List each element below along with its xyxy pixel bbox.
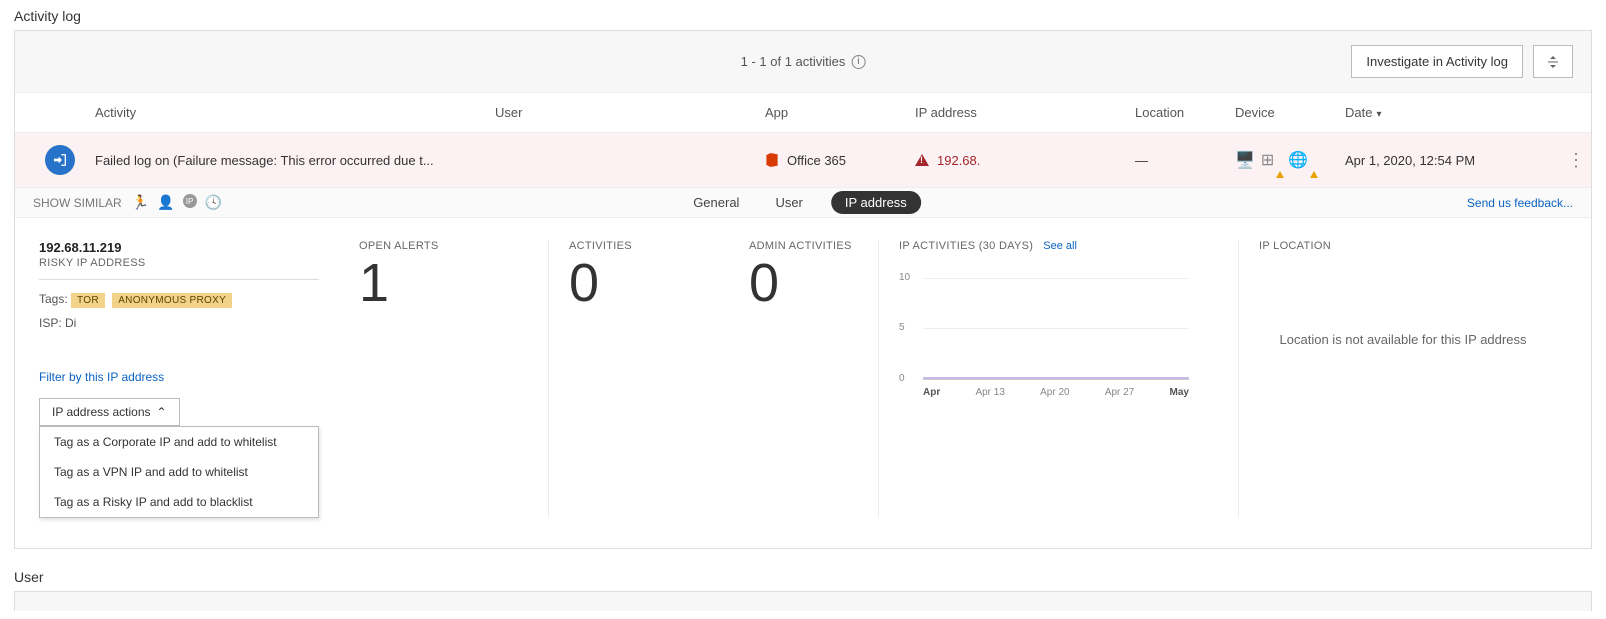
row-activity-text: Failed log on (Failure message: This err… (85, 153, 485, 168)
row-app-name: Office 365 (787, 153, 846, 168)
chart-title: IP ACTIVITIES (30 DAYS) (899, 240, 1033, 252)
y-tick-0: 0 (899, 373, 905, 384)
activities-value: 0 (569, 256, 709, 310)
col-device[interactable]: Device (1225, 105, 1335, 120)
office365-icon (765, 153, 779, 167)
risky-label: RISKY IP ADDRESS (39, 257, 319, 269)
ip-location-column: IP LOCATION Location is not available fo… (1239, 240, 1567, 518)
col-ip[interactable]: IP address (905, 105, 1125, 120)
section-title-user: User (14, 569, 1592, 585)
tags-label: Tags: (39, 292, 68, 306)
warning-icon (915, 154, 929, 166)
similar-user-icon[interactable]: 👤 (157, 194, 174, 211)
ip-activities-chart: 10 5 0 Apr Apr 13 Apr 20 Apr 27 May (899, 268, 1189, 398)
admin-activities-column: ADMIN ACTIVITIES 0 (729, 240, 879, 518)
tag-anon-proxy: ANONYMOUS PROXY (112, 293, 232, 308)
ip-location-title: IP LOCATION (1259, 240, 1547, 252)
y-tick-10: 10 (899, 272, 910, 283)
tab-general[interactable]: General (685, 191, 747, 214)
ip-actions-label: IP address actions (52, 405, 151, 419)
monitor-icon: 🖥️ (1235, 150, 1255, 170)
tab-user[interactable]: User (767, 191, 810, 214)
activities-label: ACTIVITIES (569, 240, 709, 252)
expand-icon (1546, 55, 1560, 69)
table-header: Activity User App IP address Location De… (15, 93, 1591, 133)
tag-tor: TOR (71, 293, 105, 308)
section-title-activity-log: Activity log (14, 8, 1592, 24)
device-icons: 🖥️ ⊞ 🌐 (1235, 150, 1335, 170)
open-alerts-value: 1 (359, 256, 528, 310)
similar-activity-icon[interactable]: 🏃 (132, 194, 149, 211)
menu-tag-vpn[interactable]: Tag as a VPN IP and add to whitelist (40, 457, 318, 487)
x-tick-may: May (1170, 387, 1189, 398)
menu-tag-corporate[interactable]: Tag as a Corporate IP and add to whiteli… (40, 427, 318, 457)
col-date[interactable]: Date ▾ (1335, 105, 1551, 120)
row-date: Apr 1, 2020, 12:54 PM (1335, 153, 1551, 168)
result-range-text: 1 - 1 of 1 activities (741, 54, 846, 69)
admin-activities-value: 0 (749, 256, 858, 310)
ip-actions-menu: Tag as a Corporate IP and add to whiteli… (39, 426, 319, 518)
activities-column: ACTIVITIES 0 (549, 240, 729, 518)
x-tick-apr13: Apr 13 (975, 387, 1004, 398)
chart-see-all-link[interactable]: See all (1043, 240, 1077, 252)
row-more-menu[interactable]: ⋮ (1551, 150, 1591, 171)
activity-log-panel: 1 - 1 of 1 activities i Investigate in A… (14, 30, 1592, 549)
similar-time-icon[interactable]: 🕓 (205, 194, 222, 211)
user-panel (14, 591, 1592, 611)
filter-by-ip-link[interactable]: Filter by this IP address (39, 370, 319, 384)
open-alerts-column: OPEN ALERTS 1 (339, 240, 549, 518)
panel-header: 1 - 1 of 1 activities i Investigate in A… (15, 31, 1591, 93)
ip-location-message: Location is not available for this IP ad… (1259, 332, 1547, 347)
chevron-up-icon: ⌃ (157, 405, 167, 419)
windows-icon: ⊞ (1261, 150, 1282, 170)
row-location: — (1125, 153, 1225, 168)
x-tick-apr: Apr (923, 387, 940, 398)
detail-body: 192.68.11.219 RISKY IP ADDRESS Tags: TOR… (15, 218, 1591, 548)
tab-ip-address[interactable]: IP address (831, 191, 921, 214)
result-range: 1 - 1 of 1 activities i (741, 54, 866, 69)
col-location[interactable]: Location (1125, 105, 1225, 120)
y-tick-5: 5 (899, 322, 905, 333)
ip-activities-chart-column: IP ACTIVITIES (30 DAYS) See all 10 5 0 A… (879, 240, 1239, 518)
row-ip: 192.68. (937, 153, 980, 168)
open-alerts-label: OPEN ALERTS (359, 240, 528, 252)
chevron-down-icon: ▾ (1376, 109, 1381, 120)
show-similar-label: SHOW SIMILAR (33, 196, 122, 210)
isp-label: ISP: Di (39, 316, 319, 330)
ip-full: 192.68.11.219 (39, 240, 319, 255)
col-app[interactable]: App (755, 105, 905, 120)
col-activity[interactable]: Activity (85, 105, 485, 120)
investigate-button[interactable]: Investigate in Activity log (1351, 45, 1523, 78)
admin-activities-label: ADMIN ACTIVITIES (749, 240, 858, 252)
ip-info-column: 192.68.11.219 RISKY IP ADDRESS Tags: TOR… (39, 240, 339, 518)
ip-actions-dropdown[interactable]: IP address actions ⌃ (39, 398, 180, 426)
expand-collapse-button[interactable] (1533, 45, 1573, 78)
detail-tabs-bar: SHOW SIMILAR 🏃 👤 IP 🕓 General User IP ad… (15, 187, 1591, 218)
browser-icon: 🌐 (1288, 150, 1316, 170)
x-tick-apr27: Apr 27 (1105, 387, 1134, 398)
col-user[interactable]: User (485, 105, 755, 120)
menu-tag-risky[interactable]: Tag as a Risky IP and add to blacklist (40, 487, 318, 517)
info-icon[interactable]: i (851, 55, 865, 69)
x-tick-apr20: Apr 20 (1040, 387, 1069, 398)
similar-ip-icon[interactable]: IP (183, 194, 197, 208)
table-row[interactable]: Failed log on (Failure message: This err… (15, 133, 1591, 187)
col-date-label: Date (1345, 105, 1372, 120)
signin-failed-icon (45, 145, 75, 175)
feedback-link[interactable]: Send us feedback... (1467, 196, 1573, 210)
